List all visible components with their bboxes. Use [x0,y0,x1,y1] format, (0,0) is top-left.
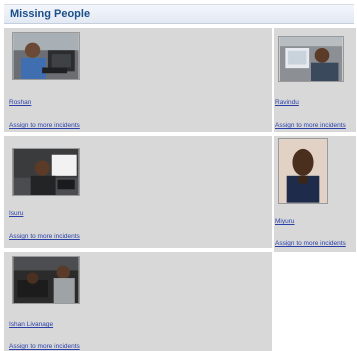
person-photo-image [13,257,79,303]
person-name-link[interactable]: Miyuru [275,218,295,225]
person-card-ravindu: Ravindu Assign to more incidents [274,28,356,132]
person-name-link[interactable]: Ishan Livanage [9,321,53,328]
person-card-ishan-livanage: Ishan Livanage Assign to more incidents [4,252,272,351]
person-photo[interactable] [12,32,80,80]
person-name-link[interactable]: Isuru [9,210,23,217]
panel-header: Missing People [4,4,354,24]
person-card-roshan: Roshan Assign to more incidents [4,28,272,132]
assign-incidents-link[interactable]: Assign to more incidents [9,343,80,350]
person-photo[interactable] [278,36,344,82]
person-card-isuru: Isuru Assign to more incidents [4,136,272,248]
person-name-link[interactable]: Roshan [9,99,31,106]
person-photo-image [13,33,79,79]
person-photo-image [13,149,79,195]
person-photo[interactable] [12,256,80,304]
person-photo-image [279,139,327,203]
assign-incidents-link[interactable]: Assign to more incidents [275,240,346,247]
panel-title: Missing People [10,8,91,20]
person-name-link[interactable]: Ravindu [275,99,299,106]
person-photo[interactable] [278,138,328,204]
assign-incidents-link[interactable]: Assign to more incidents [275,122,346,129]
assign-incidents-link[interactable]: Assign to more incidents [9,122,80,129]
assign-incidents-link[interactable]: Assign to more incidents [9,233,80,240]
person-card-miyuru: Miyuru Assign to more incidents [274,136,356,252]
person-photo[interactable] [12,148,80,196]
person-photo-image [279,37,343,81]
